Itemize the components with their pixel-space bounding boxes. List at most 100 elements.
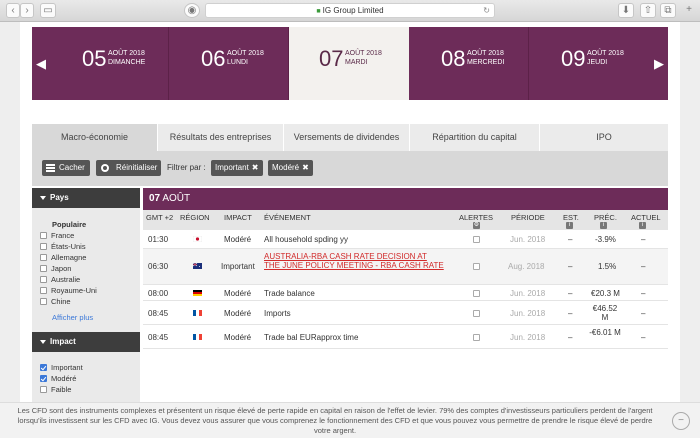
country-option[interactable]: Japon [40, 263, 71, 274]
show-more-link[interactable]: Afficher plus [52, 313, 93, 322]
event-impact: Modéré [224, 309, 252, 318]
day-number: 07 [149, 193, 161, 204]
table-row[interactable]: 01:30 Modéré All household spding yy Jun… [143, 230, 668, 249]
impact-label: Important [51, 363, 83, 372]
checkbox[interactable] [40, 364, 47, 371]
tab-macro[interactable]: Macro-économie [32, 124, 158, 151]
checkbox[interactable] [40, 232, 47, 239]
date-weekday: MERCREDI [467, 59, 505, 66]
country-label: Australie [51, 275, 81, 284]
info-icon[interactable]: i [600, 222, 607, 229]
col-alerts[interactable]: ALERTES [459, 213, 493, 222]
date-item-07[interactable]: 07 AOÛT 2018 MARDI [289, 27, 409, 100]
tab-earnings[interactable]: Résultats des entreprises [158, 124, 284, 151]
alert-checkbox[interactable] [473, 310, 480, 317]
col-impact[interactable]: IMPACT [224, 213, 252, 222]
impact-option[interactable]: Faible [40, 384, 71, 395]
impact-section-header[interactable]: Impact [32, 332, 140, 352]
event-name[interactable]: Trade bal EURapprox time [264, 333, 358, 342]
forward-icon[interactable]: › [20, 3, 34, 18]
col-time[interactable]: GMT +2 [146, 213, 173, 222]
address-bar[interactable]: ■ IG Group Limited ↻ [205, 3, 495, 18]
checkbox[interactable] [40, 243, 47, 250]
filter-chip-moderate[interactable]: Modéré ✖ [268, 160, 313, 176]
event-name[interactable]: All household spding yy [264, 235, 348, 244]
close-banner-button[interactable]: − [672, 412, 690, 430]
impact-option[interactable]: Important [40, 362, 83, 373]
col-event[interactable]: ÉVÉNEMENT [264, 213, 311, 222]
alert-checkbox[interactable] [473, 290, 480, 297]
alert-settings-icon[interactable]: ⚙ [473, 222, 480, 229]
events-table: 07 AOÛT GMT +2 RÉGION IMPACT ÉVÉNEMENT A… [143, 188, 668, 402]
tab-ipo[interactable]: IPO [540, 124, 668, 151]
impact-option[interactable]: Modéré [40, 373, 76, 384]
tab-dividends[interactable]: Versements de dividendes [284, 124, 410, 151]
event-name[interactable]: Trade balance [264, 289, 315, 298]
event-est: – [568, 333, 573, 342]
checkbox[interactable] [40, 287, 47, 294]
col-est[interactable]: EST. [563, 213, 579, 222]
country-option[interactable]: Royaume-Uni [40, 285, 97, 296]
prev-date-icon[interactable]: ◀ [32, 27, 50, 100]
tabs-icon[interactable]: ⧉ [660, 3, 676, 18]
event-name-link[interactable]: AUSTRALIA-RBA CASH RATE DECISION AT THE … [264, 252, 444, 270]
reload-icon[interactable]: ↻ [483, 4, 490, 17]
tab-capital[interactable]: Répartition du capital [410, 124, 540, 151]
country-option[interactable]: France [40, 230, 74, 241]
checkbox[interactable] [40, 265, 47, 272]
date-item-09[interactable]: 09 AOÛT 2018 JEUDI [529, 27, 650, 100]
next-date-icon[interactable]: ▶ [650, 27, 668, 100]
close-icon[interactable]: ✖ [302, 163, 309, 172]
col-actual[interactable]: ACTUEL [631, 213, 661, 222]
table-row[interactable]: 08:45 Modéré Trade bal EURapprox time Ju… [143, 325, 668, 349]
event-impact: Modéré [224, 289, 252, 298]
impact-label: Faible [51, 385, 72, 394]
alert-checkbox[interactable] [473, 263, 480, 270]
table-row[interactable]: 08:45 Modéré Imports Jun. 2018 – €46.52 … [143, 301, 668, 325]
date-item-08[interactable]: 08 AOÛT 2018 MERCREDI [409, 27, 529, 100]
alert-checkbox[interactable] [473, 236, 480, 243]
checkbox[interactable] [40, 375, 47, 382]
date-item-06[interactable]: 06 AOÛT 2018 LUNDI [169, 27, 289, 100]
table-row[interactable]: 06:30 Important AUSTRALIA-RBA CASH RATE … [143, 249, 668, 285]
event-impact: Modéré [224, 235, 252, 244]
impact-label: Modéré [51, 374, 77, 383]
date-carousel: ◀ 05 AOÛT 2018 DIMANCHE 06 AOÛT 2018 LUN… [32, 27, 668, 100]
filter-chip-important[interactable]: Important ✖ [211, 160, 263, 176]
checkbox[interactable] [40, 254, 47, 261]
event-time: 01:30 [148, 235, 169, 244]
alert-checkbox[interactable] [473, 334, 480, 341]
country-option[interactable]: Australie [40, 274, 80, 285]
filter-chip-label: Modéré [272, 163, 300, 172]
event-actual: – [641, 289, 646, 298]
share-icon[interactable]: ⇧ [640, 3, 656, 18]
info-icon[interactable]: i [566, 222, 573, 229]
checkbox[interactable] [40, 276, 47, 283]
hide-filters-button[interactable]: Cacher [42, 160, 90, 176]
event-period: Jun. 2018 [510, 333, 546, 342]
australia-flag-icon [193, 263, 202, 269]
country-section-header[interactable]: Pays [32, 188, 140, 208]
filter-sidebar: Pays Populaire France États-Unis Allemag… [32, 188, 140, 402]
country-label: Allemagne [51, 253, 87, 262]
day-header: 07 AOÛT [143, 188, 668, 210]
reset-filters-button[interactable]: Réinitialiser [96, 160, 161, 176]
download-icon[interactable]: ⬇ [618, 3, 634, 18]
info-icon[interactable]: i [639, 222, 646, 229]
country-option[interactable]: Chine [40, 296, 71, 307]
checkbox[interactable] [40, 298, 47, 305]
col-prev[interactable]: PRÉC. [594, 213, 617, 222]
event-name[interactable]: Imports [264, 309, 291, 318]
country-option[interactable]: États-Unis [40, 241, 86, 252]
col-region[interactable]: RÉGION [180, 213, 210, 222]
checkbox[interactable] [40, 386, 47, 393]
country-option[interactable]: Allemagne [40, 252, 86, 263]
close-icon[interactable]: ✖ [252, 163, 259, 172]
back-icon[interactable]: ‹ [6, 3, 20, 18]
table-row[interactable]: 08:00 Modéré Trade balance Jun. 2018 – €… [143, 285, 668, 301]
sidebar-icon[interactable]: ▭ [40, 3, 56, 18]
extension-icon[interactable]: ◉ [184, 3, 200, 18]
date-item-05[interactable]: 05 AOÛT 2018 DIMANCHE [50, 27, 169, 100]
col-period[interactable]: PÉRIODE [511, 213, 545, 222]
new-tab-icon[interactable]: + [682, 3, 696, 18]
